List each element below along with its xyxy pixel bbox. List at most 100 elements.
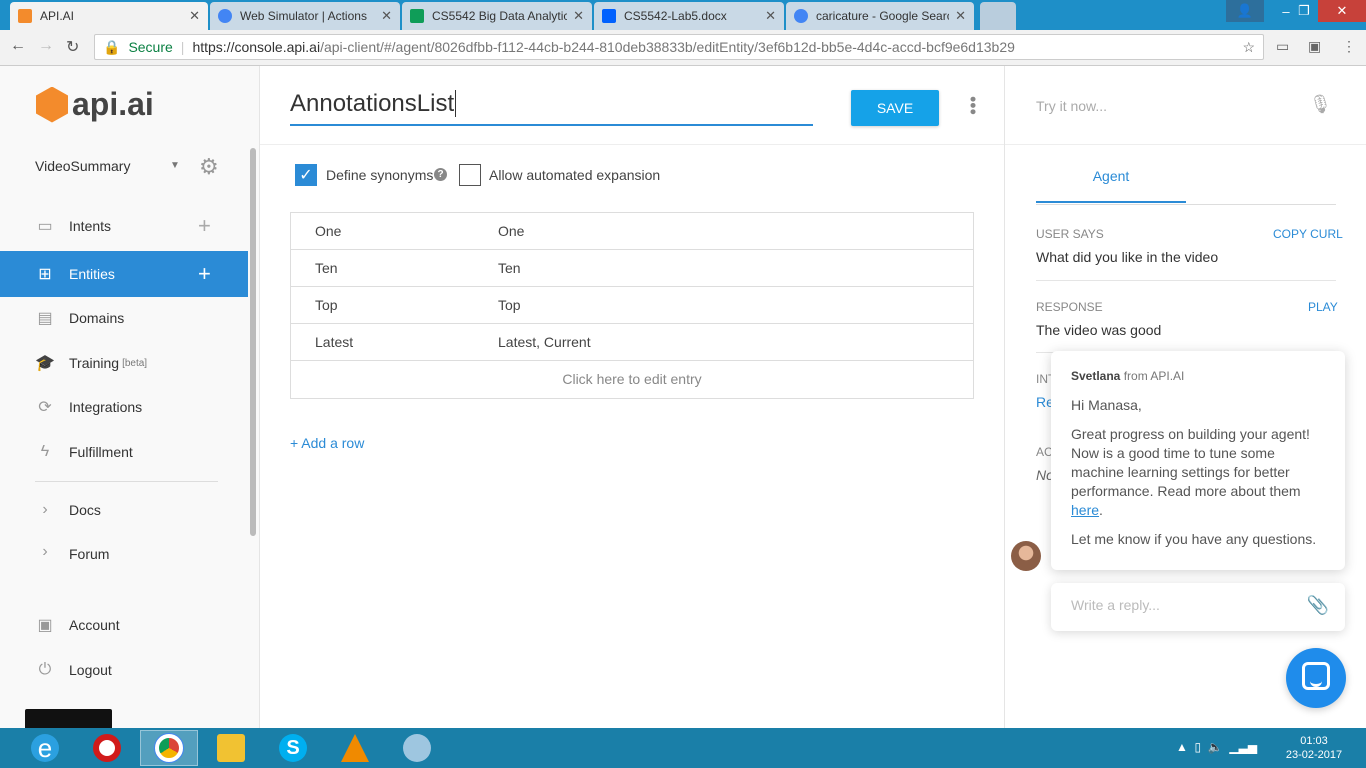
table-row[interactable]: Top Top <box>291 287 973 324</box>
tab-cs5542-lab5[interactable]: CS5542-Lab5.docx ✕ <box>594 2 784 30</box>
sidebar-item-domains[interactable]: ▤ Domains <box>0 295 248 341</box>
tooltip-stub <box>25 709 112 728</box>
gear-icon[interactable]: ⚙ <box>199 154 219 180</box>
try-it-now-input[interactable]: Try it now... <box>1036 98 1107 114</box>
clock-time: 01:03 <box>1300 735 1328 747</box>
url-separator: | <box>180 39 185 55</box>
sidebar-item-intents[interactable]: ▭ Intents + <box>0 203 248 249</box>
bookmark-star-icon[interactable]: ☆ <box>1242 39 1255 56</box>
add-entity-plus-icon[interactable]: + <box>198 261 211 287</box>
intercom-launcher-button[interactable] <box>1286 648 1346 708</box>
define-synonyms-checkbox[interactable]: ✓ <box>295 164 317 186</box>
sidebar-item-entities[interactable]: ⊞ Entities + <box>0 251 248 297</box>
save-button[interactable]: SAVE <box>851 90 939 126</box>
chat-from-text: from API.AI <box>1123 369 1185 383</box>
table-row[interactable]: Latest Latest, Current <box>291 324 973 361</box>
console-divider <box>1005 144 1366 145</box>
tab-agent[interactable]: Agent <box>1036 162 1186 203</box>
opera-icon[interactable] <box>78 730 136 766</box>
add-intent-plus-icon[interactable]: + <box>198 213 211 239</box>
table-row[interactable]: Ten Ten <box>291 250 973 287</box>
back-arrow-icon[interactable]: ← <box>10 37 26 55</box>
cast-icon[interactable]: ▭ <box>1276 38 1289 55</box>
tab-api-ai[interactable]: API.AI ✕ <box>10 2 208 30</box>
sidebar-item-logout[interactable]: ⏻ Logout <box>0 647 248 693</box>
vlc-icon[interactable] <box>326 730 384 766</box>
avatar <box>1011 541 1041 571</box>
chevron-right-icon: › <box>42 543 48 560</box>
sync-icon: ⟳ <box>38 399 52 416</box>
caret-down-icon[interactable]: ▼ <box>170 160 180 171</box>
new-tab-button[interactable] <box>980 2 1016 30</box>
sidebar-item-integrations[interactable]: ⟳ Integrations <box>0 384 248 430</box>
user-profile-icon[interactable]: 👤 <box>1226 0 1264 22</box>
text-cursor <box>455 90 457 117</box>
more-options-icon[interactable]: ••• <box>962 96 983 115</box>
paperclip-icon[interactable]: 📎 <box>1307 595 1329 616</box>
tab-google-search[interactable]: caricature - Google Searc ✕ <box>786 2 974 30</box>
forward-arrow-icon[interactable]: → <box>38 37 54 55</box>
play-link[interactable]: PLAY <box>1308 300 1338 314</box>
sitemap-icon: ⊞ <box>38 266 52 283</box>
file-explorer-icon[interactable] <box>202 730 260 766</box>
close-tab-icon[interactable]: ✕ <box>955 8 966 24</box>
entity-entries-table: One One Ten Ten Top Top Latest Latest, C… <box>290 212 974 399</box>
skype-icon[interactable]: S <box>264 730 322 766</box>
google-favicon-icon <box>794 9 808 23</box>
tab-cs5542-sheet[interactable]: CS5542 Big Data Analytic ✕ <box>402 2 592 30</box>
chat-sender-line: Svetlana from API.AI <box>1071 367 1325 386</box>
url-input[interactable]: 🔒 Secure | https://console.api.ai /api-c… <box>94 34 1264 60</box>
user-says-label: USER SAYS <box>1036 227 1104 241</box>
edit-entry-label: Click here to edit entry <box>562 371 702 387</box>
help-icon[interactable]: ? <box>434 168 447 181</box>
graduation-cap-icon: 🎓 <box>35 355 55 372</box>
entry-synonyms: Latest, Current <box>498 334 591 350</box>
agent-selector[interactable]: VideoSummary ▼ ⚙ <box>35 154 225 179</box>
chat-body: Great progress on building your agent! N… <box>1071 426 1310 518</box>
sidebar-item-training[interactable]: 🎓 Training [beta] <box>0 340 248 386</box>
paint-icon[interactable] <box>388 730 446 766</box>
entry-synonyms: Ten <box>498 260 521 276</box>
sidebar-scrollbar[interactable] <box>250 148 256 536</box>
close-tab-icon[interactable]: ✕ <box>381 8 392 24</box>
taskbar-clock[interactable]: 01:03 23-02-2017 <box>1282 734 1346 762</box>
api-ai-logo[interactable]: api.ai <box>36 86 154 123</box>
dropbox-favicon-icon <box>602 9 616 23</box>
close-window-button[interactable]: ✕ <box>1318 0 1366 22</box>
book-icon: ▤ <box>37 310 53 327</box>
entry-value: Latest <box>315 334 354 350</box>
reload-icon[interactable]: ↻ <box>66 37 79 57</box>
chat-here-link[interactable]: here <box>1071 502 1099 518</box>
sidebar-item-forum[interactable]: › Forum <box>0 532 248 562</box>
sidebar-item-docs[interactable]: › Docs <box>0 487 248 533</box>
entity-name-input[interactable]: AnnotationsList <box>290 90 813 126</box>
entry-synonyms: Top <box>498 297 521 313</box>
menu-dots-icon[interactable]: ⋮ <box>1342 38 1356 55</box>
bolt-icon: ϟ <box>40 443 50 460</box>
chat-sender-name: Svetlana <box>1071 369 1121 383</box>
tab-web-simulator[interactable]: Web Simulator | Actions ✕ <box>210 2 400 30</box>
allow-expansion-checkbox[interactable] <box>459 164 481 186</box>
close-tab-icon[interactable]: ✕ <box>573 8 584 24</box>
sidebar-item-account[interactable]: ▣ Account <box>0 602 248 648</box>
copy-curl-link[interactable]: COPY CURL <box>1273 227 1343 241</box>
agent-name: VideoSummary <box>35 158 131 174</box>
add-row-link[interactable]: + Add a row <box>290 435 364 451</box>
beta-badge: [beta] <box>122 357 148 369</box>
chat-closing: Let me know if you have any questions. <box>1071 531 1317 547</box>
chat-greeting: Hi Manasa, <box>1071 397 1142 413</box>
table-row[interactable]: One One <box>291 213 973 250</box>
sheets-favicon-icon <box>410 9 424 23</box>
person-icon: ▣ <box>37 617 53 634</box>
chat-reply-input[interactable]: Write a reply... 📎 <box>1051 583 1345 631</box>
extension-icon[interactable]: ▣ <box>1308 38 1321 55</box>
close-tab-icon[interactable]: ✕ <box>189 8 200 24</box>
microphone-icon[interactable]: 🎙 <box>1309 94 1332 115</box>
chrome-icon[interactable] <box>140 730 198 766</box>
close-tab-icon[interactable]: ✕ <box>765 8 776 24</box>
entry-value: Ten <box>315 260 338 276</box>
edit-entry-row[interactable]: Click here to edit entry <box>291 361 973 398</box>
internet-explorer-icon[interactable]: e <box>16 730 74 766</box>
sidebar-item-fulfillment[interactable]: ϟ Fulfillment <box>0 429 248 475</box>
system-tray-icons[interactable]: ▲ ▯ 🔈 ▁▃▅ <box>1176 740 1257 754</box>
